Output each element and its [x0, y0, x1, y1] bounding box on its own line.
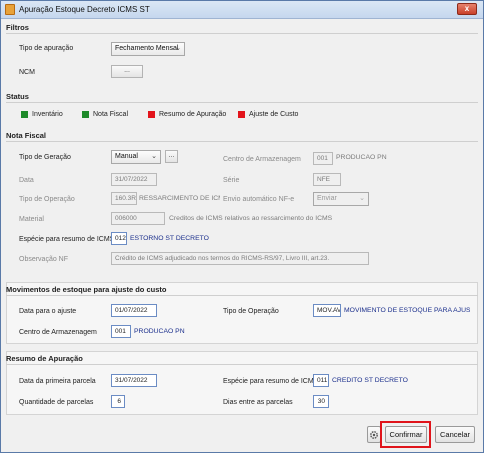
- tipo-geracao-select[interactable]: Manual ⌄: [111, 150, 161, 164]
- data-field: 31/07/2022: [111, 173, 157, 186]
- status-inventario-label: Inventário: [32, 111, 63, 118]
- mov-tipo-operacao-desc: MOVIMENTO DE ESTOQUE PARA AJUSTE CUS: [344, 307, 470, 314]
- mov-tipo-operacao-label: Tipo de Operação: [223, 308, 279, 315]
- nota-fiscal-title: Nota Fiscal: [6, 131, 47, 140]
- cancelar-button[interactable]: Cancelar: [435, 426, 475, 443]
- tipo-geracao-label: Tipo de Geração: [19, 154, 71, 161]
- especie-resumo-desc: ESTORNO ST DECRETO: [130, 235, 209, 242]
- status-ajuste-indicator: [238, 111, 245, 118]
- resumo-separator: [6, 364, 478, 365]
- chevron-down-icon: ⌄: [175, 45, 181, 52]
- especie-resumo-code[interactable]: 012: [111, 232, 127, 245]
- resumo-especie-desc: CREDITO ST DECRETO: [332, 377, 408, 384]
- status-title: Status: [6, 92, 29, 101]
- status-separator: [6, 102, 478, 103]
- movimentos-separator: [6, 295, 478, 296]
- settings-button[interactable]: [367, 426, 381, 443]
- status-ajuste-label: Ajuste de Custo: [249, 111, 299, 118]
- tipo-apuracao-label: Tipo de apuração: [19, 45, 74, 52]
- data-ajuste-label: Data para o ajuste: [19, 308, 77, 315]
- confirmar-highlight: [380, 421, 431, 448]
- envio-nfe-select: Enviar ⌄: [313, 192, 369, 206]
- tipo-geracao-value: Manual: [115, 153, 138, 160]
- tipo-geracao-lookup-button[interactable]: ...: [165, 150, 178, 163]
- quantidade-parcelas-label: Quantidade de parcelas: [19, 399, 94, 406]
- gear-icon: [370, 431, 378, 439]
- status-nota-fiscal-label: Nota Fiscal: [93, 111, 129, 118]
- mov-centro-name: PRODUCAO PN: [134, 328, 185, 335]
- dias-parcelas-field[interactable]: 30: [313, 395, 329, 408]
- tipo-operacao-code: 160.3R: [111, 192, 137, 205]
- resumo-title: Resumo de Apuração: [6, 354, 83, 363]
- movimentos-title: Movimentos de estoque para ajuste do cus…: [6, 285, 167, 294]
- especie-resumo-label: Espécie para resumo de ICMS: [19, 236, 115, 243]
- dias-parcelas-label: Dias entre as parcelas: [223, 399, 293, 406]
- envio-nfe-label: Envio automático NF-e: [223, 196, 295, 203]
- chevron-down-icon: ⌄: [359, 195, 365, 202]
- serie-label: Série: [223, 177, 240, 184]
- material-label: Material: [19, 216, 44, 223]
- tipo-apuracao-select[interactable]: Fechamento Mensal ⌄: [111, 42, 185, 56]
- tipo-operacao-label: Tipo de Operação: [19, 196, 75, 203]
- dialog-window: Apuração Estoque Decreto ICMS ST x Filtr…: [0, 0, 484, 453]
- data-ajuste-field[interactable]: 01/07/2022: [111, 304, 157, 317]
- observacao-nf-label: Observação NF: [19, 256, 69, 263]
- nota-fiscal-separator: [6, 141, 478, 142]
- filtros-separator: [6, 33, 478, 34]
- mov-tipo-operacao-code[interactable]: MOV.AV: [313, 304, 341, 317]
- centro-armazenagem-code: 001: [313, 152, 333, 165]
- ncm-label: NCM: [19, 69, 35, 76]
- window-title: Apuração Estoque Decreto ICMS ST: [19, 5, 150, 14]
- status-resumo-label: Resumo de Apuração: [159, 111, 227, 118]
- data-primeira-parcela-label: Data da primeira parcela: [19, 378, 96, 385]
- resumo-especie-label: Espécie para resumo de ICMS: [223, 378, 319, 385]
- material-code: 006000: [111, 212, 165, 225]
- centro-armazenagem-label: Centro de Armazenagem: [223, 156, 301, 163]
- chevron-down-icon: ⌄: [151, 153, 157, 160]
- observacao-nf-field: Crédito de ICMS adjudicado nos termos do…: [111, 252, 369, 265]
- mov-centro-label: Centro de Armazenagem: [19, 329, 97, 336]
- tipo-apuracao-value: Fechamento Mensal: [115, 45, 179, 52]
- material-desc: Creditos de ICMS relativos ao ressarcime…: [169, 215, 333, 222]
- mov-centro-code[interactable]: 001: [111, 325, 131, 338]
- filtros-title: Filtros: [6, 23, 29, 32]
- resumo-especie-code[interactable]: 011: [313, 374, 329, 387]
- status-nota-fiscal-indicator: [82, 111, 89, 118]
- quantidade-parcelas-field[interactable]: 6: [111, 395, 125, 408]
- ncm-lookup-button[interactable]: ...: [111, 65, 143, 78]
- serie-field: NFE: [313, 173, 341, 186]
- data-label: Data: [19, 177, 34, 184]
- title-bar: Apuração Estoque Decreto ICMS ST x: [1, 1, 483, 19]
- data-primeira-parcela-field[interactable]: 31/07/2022: [111, 374, 157, 387]
- tipo-operacao-desc: RESSARCIMENTO DE ICMS I: [139, 195, 220, 202]
- centro-armazenagem-name: PRODUCAO PN: [336, 154, 387, 161]
- status-inventario-indicator: [21, 111, 28, 118]
- status-resumo-indicator: [148, 111, 155, 118]
- close-button[interactable]: x: [457, 3, 477, 15]
- app-icon: [5, 4, 15, 15]
- envio-nfe-value: Enviar: [317, 195, 337, 202]
